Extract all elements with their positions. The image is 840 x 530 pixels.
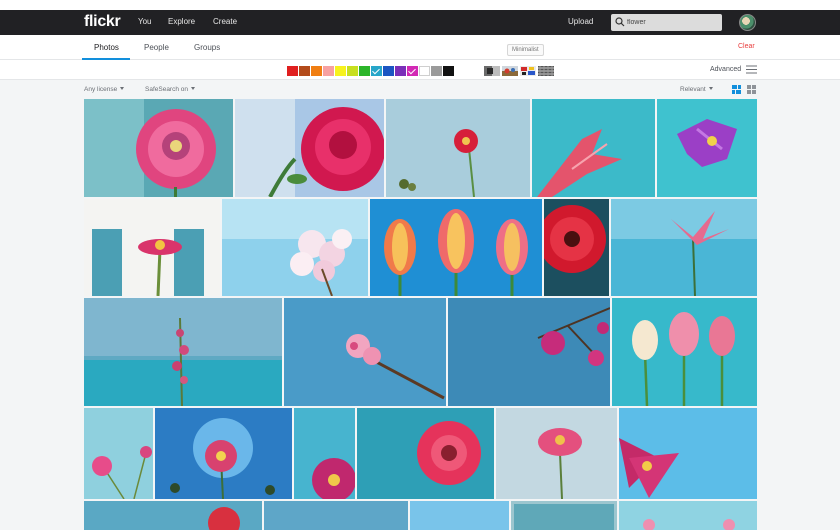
photo-purple-flower[interactable] <box>657 99 757 197</box>
photo-red-cosmos[interactable] <box>386 99 530 197</box>
grid-view-icon[interactable] <box>747 85 756 94</box>
color-swatch[interactable] <box>443 66 454 76</box>
search-tabs: Photos People Groups Clear <box>0 35 840 60</box>
photo-cosmos-sky[interactable] <box>155 408 292 499</box>
color-swatch[interactable] <box>419 66 430 76</box>
photo-row5-sky[interactable] <box>410 501 509 530</box>
clear-filters-link[interactable]: Clear <box>738 43 755 50</box>
photo-tulips-blue[interactable] <box>370 199 542 296</box>
search-input[interactable] <box>627 16 717 29</box>
nav-explore[interactable]: Explore <box>168 17 195 26</box>
license-dropdown-label: Any license <box>84 86 118 93</box>
style-minimalist[interactable] <box>520 66 536 76</box>
top-strip <box>0 0 840 10</box>
color-swatch[interactable] <box>299 66 310 76</box>
upload-link[interactable]: Upload <box>568 17 593 26</box>
search-box[interactable] <box>611 14 722 31</box>
tab-groups[interactable]: Groups <box>194 43 220 52</box>
style-black-and-white[interactable] <box>484 66 500 76</box>
style-tooltip: Minimalist <box>507 44 544 56</box>
color-swatch[interactable] <box>287 66 298 76</box>
chevron-down-icon <box>708 87 713 90</box>
safesearch-dropdown-label: SafeSearch on <box>145 86 189 93</box>
tab-photos[interactable]: Photos <box>94 43 119 52</box>
photo-pink-gerbera[interactable] <box>357 408 494 499</box>
photo-sea-horizon[interactable] <box>84 298 282 406</box>
search-icon <box>615 17 625 27</box>
color-swatch[interactable] <box>347 66 358 76</box>
color-swatch[interactable] <box>431 66 442 76</box>
nav-you[interactable]: You <box>138 17 152 26</box>
photo-red-gerbera[interactable] <box>544 199 609 296</box>
photo-magenta-branch[interactable] <box>448 298 610 406</box>
photo-cosmos-pair[interactable] <box>84 408 153 499</box>
avatar[interactable] <box>739 14 756 31</box>
color-swatch[interactable] <box>359 66 370 76</box>
photo-row5-framed[interactable] <box>511 501 617 530</box>
color-swatch[interactable] <box>371 66 382 76</box>
advanced-settings-icon[interactable] <box>746 65 757 74</box>
style-filters <box>484 66 554 76</box>
photo-red-rose[interactable] <box>235 99 384 197</box>
advanced-link[interactable]: Advanced <box>710 66 741 73</box>
license-dropdown[interactable]: Any license <box>84 86 125 93</box>
photo-pink-dahlia[interactable] <box>84 99 233 197</box>
style-shallow-depth-of-field[interactable] <box>502 66 518 76</box>
sort-dropdown-label: Relevant <box>680 86 706 93</box>
photo-zinnia-stem[interactable] <box>496 408 617 499</box>
color-swatch[interactable] <box>323 66 334 76</box>
color-swatch[interactable] <box>311 66 322 76</box>
color-swatches <box>287 66 454 76</box>
color-swatch[interactable] <box>383 66 394 76</box>
photo-cosmos-corner[interactable] <box>294 408 355 499</box>
tab-people[interactable]: People <box>144 43 169 52</box>
photo-tulips-teal[interactable] <box>612 298 757 406</box>
chevron-down-icon <box>191 87 196 90</box>
justified-view-icon[interactable] <box>732 85 741 94</box>
photo-row5-pink[interactable] <box>619 501 757 530</box>
photo-cosmos-blue-sky[interactable] <box>619 408 757 499</box>
photo-white-blossoms[interactable] <box>222 199 368 296</box>
style-patterns[interactable] <box>538 66 554 76</box>
filter-bar: Advanced <box>0 60 840 80</box>
safesearch-dropdown[interactable]: SafeSearch on <box>145 86 196 93</box>
photo-row5-red[interactable] <box>84 501 262 530</box>
photo-pink-lily-stem[interactable] <box>611 199 757 296</box>
chevron-down-icon <box>120 87 125 90</box>
nav-create[interactable]: Create <box>213 17 237 26</box>
global-nav: flickr You Explore Create Upload <box>0 10 840 35</box>
color-swatch[interactable] <box>335 66 346 76</box>
photo-pink-blossom-branch[interactable] <box>284 298 446 406</box>
photo-row5-blue[interactable] <box>264 501 408 530</box>
flickr-logo[interactable]: flickr <box>84 13 121 31</box>
photo-zinnia-window[interactable] <box>84 199 220 296</box>
sort-dropdown[interactable]: Relevant <box>680 86 713 93</box>
photo-pink-lily[interactable] <box>532 99 655 197</box>
color-swatch[interactable] <box>407 66 418 76</box>
color-swatch[interactable] <box>395 66 406 76</box>
